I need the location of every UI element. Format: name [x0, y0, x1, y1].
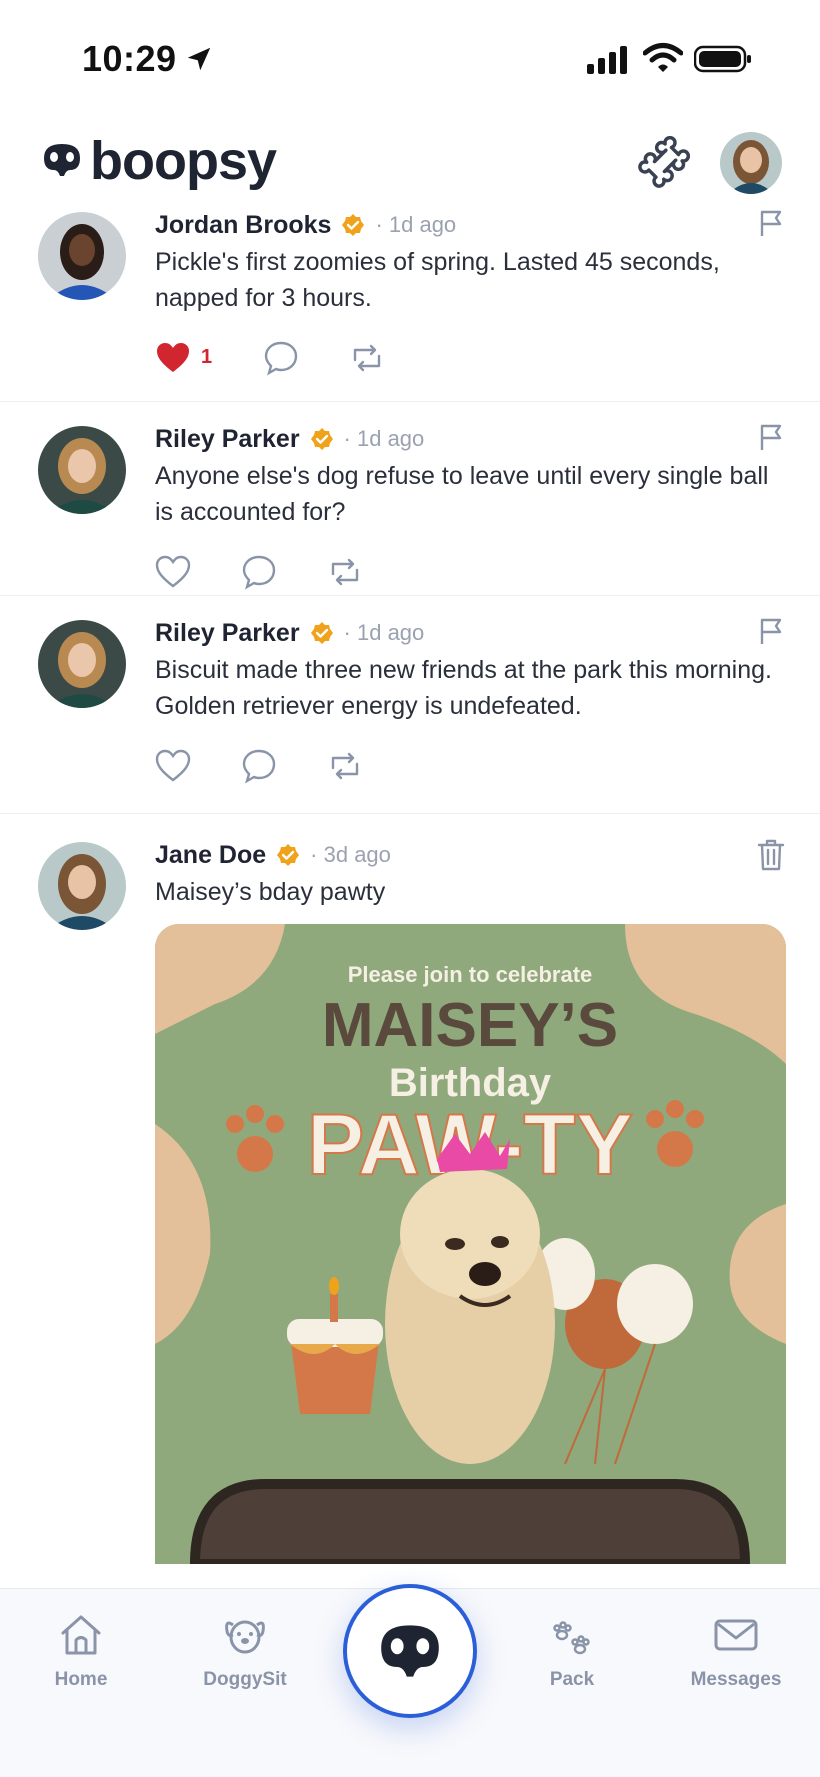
status-time: 10:29	[82, 38, 177, 79]
heart-outline-icon[interactable]	[155, 748, 191, 784]
feed: Jordan Brooks · 1d ago Pickle's first zo…	[0, 208, 820, 1588]
post-timestamp: · 3d ago	[310, 842, 391, 867]
post-header: Jane Doe · 3d ago	[155, 840, 391, 870]
app-name: boopsy	[90, 131, 277, 191]
author-name[interactable]: Jordan Brooks	[155, 211, 331, 240]
location-arrow-icon	[187, 47, 211, 71]
nav-pack-label: Pack	[549, 1669, 595, 1690]
post-text: Pickle's first zoomies of spring. Lasted…	[155, 248, 720, 312]
flag-report-icon[interactable]	[756, 616, 786, 646]
post-card: Jane Doe · 3d ago Maisey’s bday pawty Pl…	[0, 814, 820, 1588]
dog-nose-icon	[381, 1625, 439, 1677]
post-timestamp: · 1d ago	[343, 426, 425, 451]
heart-filled-icon[interactable]	[155, 340, 191, 376]
nav-home-label: Home	[54, 1669, 108, 1690]
nav-home[interactable]: Home	[21, 1611, 141, 1691]
post-timestamp: · 1d ago	[375, 212, 457, 237]
post-timestamp: · 1d ago	[343, 620, 425, 645]
like-count: 1	[201, 346, 213, 368]
nav-pack[interactable]: Pack	[512, 1611, 632, 1691]
dog-face-icon	[225, 1620, 265, 1654]
post-image-birthday-invite[interactable]: Please join to celebrate MAISEY’S Birthd…	[155, 924, 786, 1564]
envelope-icon	[714, 1619, 758, 1651]
comment-icon[interactable]	[241, 748, 277, 784]
verified-badge-icon	[342, 214, 365, 236]
nav-doggysit-label: DoggySit	[203, 1669, 287, 1690]
author-avatar[interactable]	[38, 426, 126, 514]
author-name[interactable]: Riley Parker	[155, 425, 300, 454]
post-header: Riley Parker · 1d ago	[155, 618, 424, 648]
post-header: Jordan Brooks · 1d ago	[155, 210, 456, 240]
wifi-icon	[643, 43, 683, 72]
verified-badge-icon	[310, 428, 333, 450]
post-card: Riley Parker · 1d ago Biscuit made three…	[0, 596, 820, 814]
status-bar: 10:29	[0, 0, 820, 120]
repost-icon[interactable]	[327, 748, 363, 784]
post-card: Riley Parker · 1d ago Anyone else's dog …	[0, 402, 820, 596]
post-text: Anyone else's dog refuse to leave until …	[155, 462, 769, 526]
home-icon	[61, 1615, 101, 1655]
author-avatar[interactable]	[38, 212, 126, 300]
repost-icon[interactable]	[327, 554, 363, 590]
post-actions	[155, 748, 455, 788]
post-text: Biscuit made three new friends at the pa…	[155, 656, 772, 720]
boop-center-button[interactable]	[343, 1584, 477, 1718]
flag-report-icon[interactable]	[756, 422, 786, 452]
post-header: Riley Parker · 1d ago	[155, 424, 424, 454]
nav-messages[interactable]: Messages	[676, 1611, 796, 1691]
bone-icon[interactable]	[636, 136, 690, 190]
comment-icon[interactable]	[263, 340, 299, 376]
paw-prints-icon	[553, 1621, 590, 1655]
post-text: Maisey’s bday pawty	[155, 878, 386, 906]
dog-nose-logo-icon	[44, 144, 80, 176]
heart-outline-icon[interactable]	[155, 554, 191, 590]
flag-report-icon[interactable]	[756, 208, 786, 238]
repost-icon[interactable]	[349, 340, 385, 376]
trash-delete-icon[interactable]	[756, 838, 786, 872]
nav-messages-label: Messages	[690, 1669, 782, 1690]
author-avatar[interactable]	[38, 842, 126, 930]
verified-badge-icon	[277, 844, 300, 866]
app-header: boopsy	[0, 120, 820, 208]
author-avatar[interactable]	[38, 620, 126, 708]
nav-doggysit[interactable]: DoggySit	[185, 1611, 305, 1691]
profile-avatar[interactable]	[720, 132, 782, 194]
battery-icon	[694, 45, 751, 73]
post-card: Jordan Brooks · 1d ago Pickle's first zo…	[0, 208, 820, 402]
invite-line-1: Please join to celebrate	[348, 962, 593, 987]
author-name[interactable]: Jane Doe	[155, 841, 266, 870]
cellular-signal-icon	[587, 46, 627, 74]
verified-badge-icon	[310, 622, 333, 644]
post-actions: 1	[155, 340, 455, 380]
post-actions	[155, 554, 455, 594]
author-name[interactable]: Riley Parker	[155, 619, 300, 648]
invite-line-2: MAISEY’S	[322, 991, 618, 1060]
comment-icon[interactable]	[241, 554, 277, 590]
